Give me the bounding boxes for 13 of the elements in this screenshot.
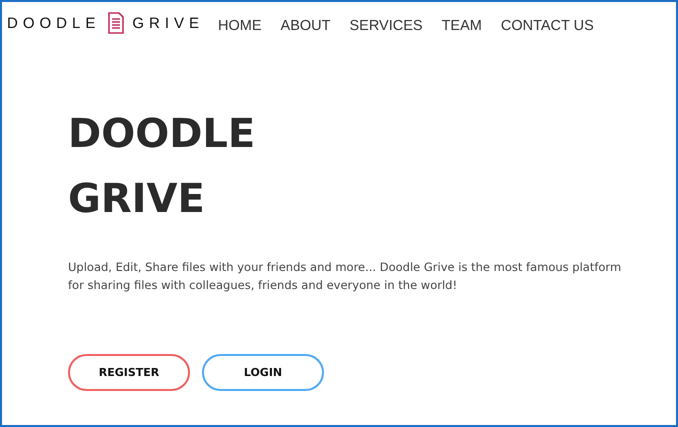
document-icon (108, 12, 124, 34)
logo-text: GRIVE (132, 14, 204, 32)
register-button[interactable]: REGISTER (68, 354, 190, 391)
nav-link[interactable]: TEAM (442, 18, 482, 34)
nav-link[interactable]: CONTACT US (500, 18, 594, 34)
hero-title: GRIVE (68, 175, 206, 224)
login-button[interactable]: LOGIN (202, 354, 324, 391)
hero-description: Upload, Edit, Share files with your friends and more... Doodle Grive is the most famous platform for sharing files with colleagues, friends and everyone in the world! (68, 259, 622, 294)
logo-text: DOODLE (7, 14, 100, 32)
nav-link[interactable]: HOME (218, 18, 262, 34)
nav-link[interactable]: SERVICES (350, 18, 423, 34)
hero-title: DOODLE (68, 110, 256, 159)
nav-link[interactable]: ABOUT (280, 18, 330, 34)
